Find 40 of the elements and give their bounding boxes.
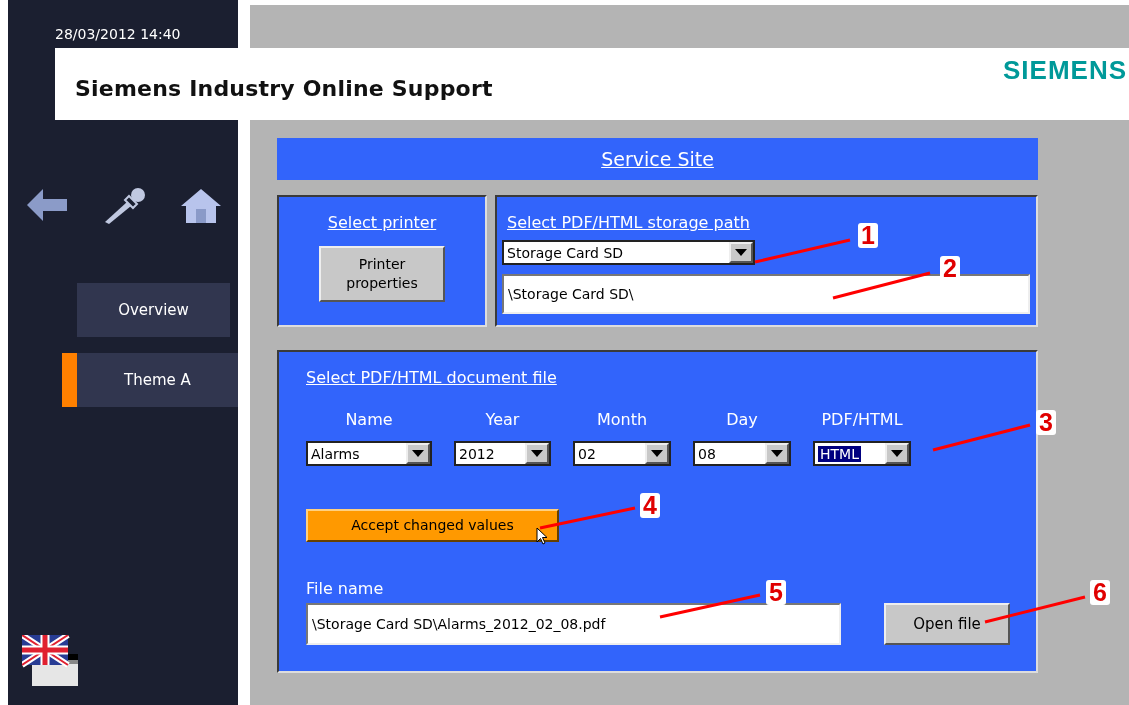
dropdown[interactable]: Alarms <box>306 441 432 466</box>
logo: SIEMENS <box>1002 54 1127 87</box>
dropdown[interactable]: 08 <box>693 441 791 466</box>
date-time: 28/03/2012 14:40 <box>55 25 181 44</box>
column-label: Day <box>726 409 758 431</box>
caret-icon <box>412 450 424 457</box>
nav-item[interactable]: Theme A <box>62 353 238 407</box>
dropdown[interactable]: HTML <box>813 441 911 466</box>
storage-dropdown[interactable]: Storage Card SD <box>502 240 755 265</box>
column-label: Year <box>485 409 520 431</box>
column-label: PDF/HTML <box>821 409 903 431</box>
open-file-button[interactable]: Open file <box>884 603 1010 645</box>
callout-number: 1 <box>858 223 878 248</box>
field-label: File name <box>306 579 384 598</box>
dropdown[interactable]: 2012 <box>454 441 551 466</box>
back-arrow-icon[interactable] <box>27 188 67 222</box>
dropdown[interactable]: 02 <box>573 441 671 466</box>
caret-icon <box>771 450 783 457</box>
accept-button[interactable]: Accept changed values <box>306 509 559 542</box>
language-flag-icon[interactable] <box>22 635 78 686</box>
header-title: Siemens Industry Online Support <box>75 75 493 103</box>
page-title: Service Site <box>601 146 714 172</box>
file-name-field[interactable]: \Storage Card SD\Alarms_2012_02_08.pdf <box>306 603 841 645</box>
caret-icon <box>891 450 903 457</box>
column-label: Month <box>596 409 648 431</box>
caret-icon <box>735 249 747 256</box>
callout-number: 4 <box>640 493 660 518</box>
nav-item[interactable]: Overview <box>77 283 230 337</box>
panel-title: Select printer <box>327 212 437 234</box>
caret-icon <box>531 450 543 457</box>
home-icon[interactable] <box>181 188 221 224</box>
panel-title: Select PDF/HTML document file <box>306 368 557 387</box>
caret-icon <box>651 450 663 457</box>
panel-title: Select PDF/HTML storage path <box>507 213 750 232</box>
printer-properties-button[interactable]: Printer properties <box>319 246 445 302</box>
callout-number: 5 <box>766 580 786 605</box>
cursor-icon <box>536 527 548 545</box>
callout-number: 6 <box>1090 580 1110 605</box>
callout-number: 3 <box>1036 410 1056 435</box>
column-label: Name <box>345 409 393 431</box>
